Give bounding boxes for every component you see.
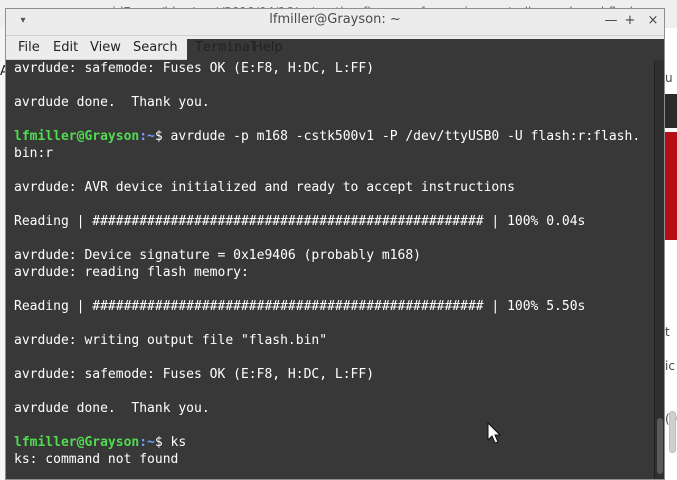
background-right-edge: u t ic (9 xyxy=(665,28,677,480)
prompt-command: $ avrdude -p m168 -cstk500v1 -P /dev/tty… xyxy=(154,129,641,144)
background-right-fragment-3: ic xyxy=(665,359,675,373)
minimize-icon[interactable]: — xyxy=(602,12,620,30)
background-dark-block xyxy=(665,94,677,128)
mouse-pointer-icon xyxy=(487,422,501,444)
terminal-line: ks: command not found xyxy=(14,452,179,467)
terminal-line: avrdude done. Thank you. xyxy=(14,401,210,416)
prompt-user: lfmiller@Grayson xyxy=(14,435,140,450)
terminal-line: avrdude done. Thank you. xyxy=(14,95,210,110)
menu-search[interactable]: Search xyxy=(133,39,178,56)
background-red-block xyxy=(665,132,677,240)
terminal-line: avrdude: AVR device initialized and read… xyxy=(14,180,515,195)
terminal-line: avrdude: writing output file "flash.bin" xyxy=(14,333,328,348)
menu-file[interactable]: File xyxy=(18,39,40,56)
background-right-fragment-1: u xyxy=(665,71,673,85)
terminal-line: bin:r xyxy=(14,146,54,161)
background-right-fragment-2: t xyxy=(665,325,670,339)
window-titlebar[interactable]: ▾ lfmiller@Grayson: ~ — + × xyxy=(6,9,664,36)
terminal-line: lfmiller@Grayson:~$ ks xyxy=(14,434,654,451)
menu-bar: File Edit View Search Terminal Help xyxy=(6,36,664,460)
prompt-command: $ ks xyxy=(154,435,187,450)
terminal-line: lfmiller@Grayson:~$ avrdude -p m168 -cst… xyxy=(14,128,654,145)
menu-help[interactable]: Help xyxy=(253,39,283,56)
maximize-icon[interactable]: + xyxy=(621,12,639,30)
background-scrollbar-thumb[interactable] xyxy=(669,411,676,453)
terminal-line: avrdude: Device signature = 0x1e9406 (pr… xyxy=(14,248,421,263)
close-icon[interactable]: × xyxy=(644,12,662,30)
terminal-line: avrdude: safemode: Fuses OK (E:F8, H:DC,… xyxy=(14,367,375,382)
terminal-line: avrdude: safemode: Fuses OK (E:F8, H:DC,… xyxy=(14,61,375,76)
terminal-scrollbar-thumb[interactable] xyxy=(657,418,663,474)
prompt-path: :~ xyxy=(139,129,155,144)
menu-view[interactable]: View xyxy=(90,39,121,56)
terminal-window: ▾ lfmiller@Grayson: ~ — + × File Edit Vi… xyxy=(5,8,665,480)
terminal-line: avrdude: reading flash memory: xyxy=(14,265,249,280)
terminal-line: Reading | ##############################… xyxy=(14,299,586,314)
terminal-output[interactable]: avrdude: safemode: Fuses OK (E:F8, H:DC,… xyxy=(6,60,654,479)
menu-edit[interactable]: Edit xyxy=(53,39,78,56)
prompt-user: lfmiller@Grayson xyxy=(14,129,140,144)
prompt-path: :~ xyxy=(139,435,155,450)
window-title: lfmiller@Grayson: ~ xyxy=(269,12,401,27)
terminal-scrollbar[interactable] xyxy=(654,60,664,479)
terminal-line: Reading | ##############################… xyxy=(14,214,586,229)
